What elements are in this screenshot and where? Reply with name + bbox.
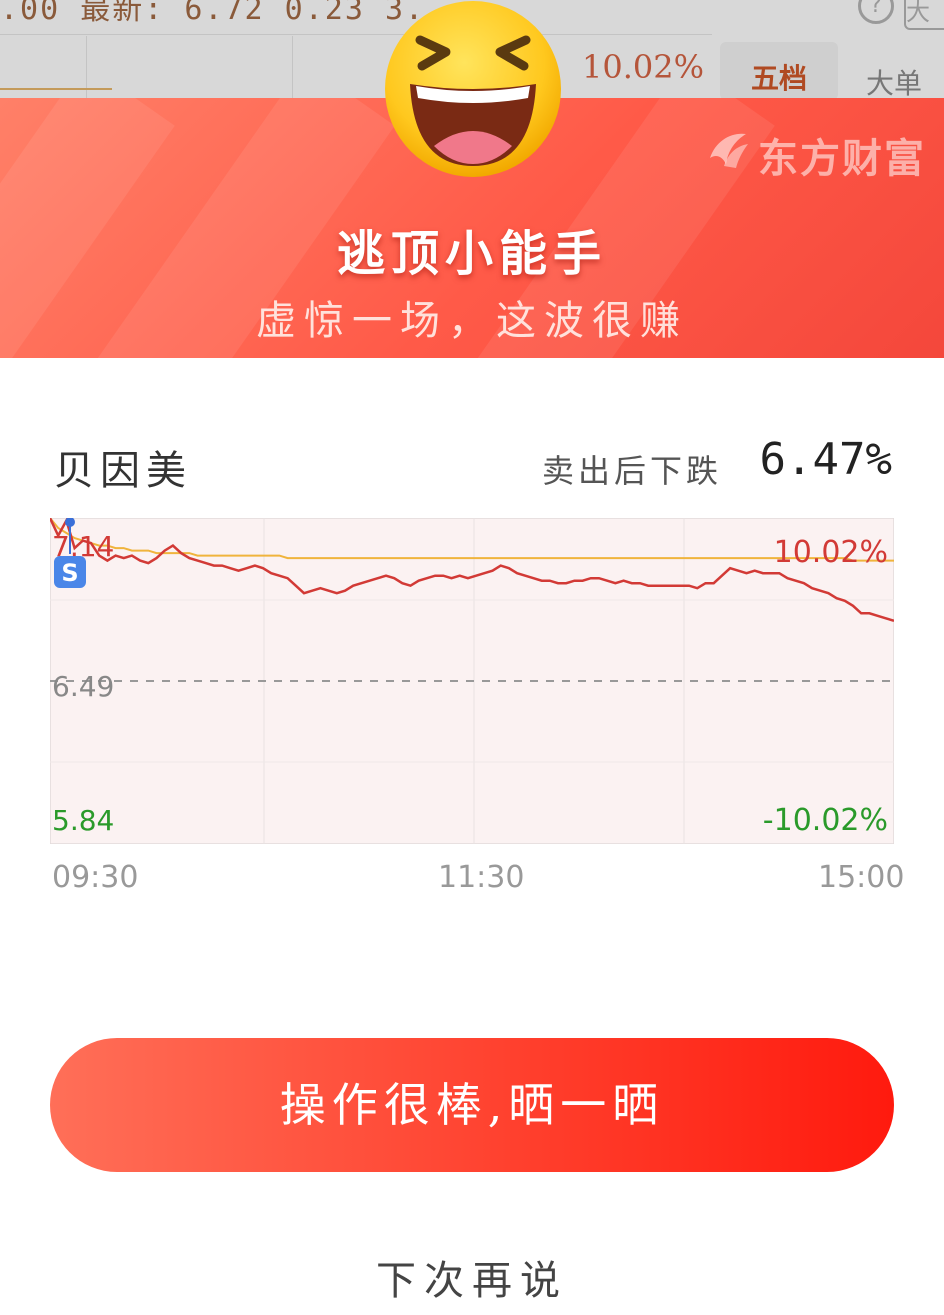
banner-title: 逃顶小能手 [336, 226, 607, 282]
x-tick-noon: 11:30 [438, 860, 525, 895]
maybe-later-button[interactable]: 下次再说 [0, 1248, 944, 1306]
intraday-chart: 7.14 6.49 5.84 10.02% -10.02% S [48, 517, 895, 845]
eastmoney-logo-icon [706, 130, 750, 180]
bg-chart-line [0, 88, 112, 90]
drop-after-sell-value: 6.47% [759, 434, 892, 485]
x-tick-open: 09:30 [52, 860, 139, 895]
bg-ticker-text: .00 最新: 6.72 0.23 3. [0, 0, 426, 27]
x-tick-close: 15:00 [818, 860, 905, 895]
bg-grid-line [0, 34, 712, 35]
pct-label-bottom: -10.02% [763, 803, 888, 838]
pct-label-top: 10.02% [774, 535, 888, 570]
bg-tab-five-levels: 五档 [720, 42, 838, 100]
bg-percent-label: 10.02% [582, 48, 705, 86]
question-circle-icon: ? [858, 0, 894, 24]
bg-grid-line [292, 36, 293, 100]
banner-subtitle: 虚惊一场，这波很赚 [256, 298, 688, 344]
laughing-face-icon [382, 0, 564, 180]
drop-after-sell-label: 卖出后下跌 [541, 452, 722, 490]
bg-corner-button: 大 [904, 0, 944, 30]
bg-tab-big-orders: 大单 [866, 67, 923, 100]
brand-logo: 东方财富 [706, 126, 926, 184]
sell-marker-label: S [61, 559, 78, 587]
intraday-chart-svg: 7.14 6.49 5.84 10.02% -10.02% S [48, 517, 895, 845]
stock-name: 贝因美 [54, 448, 192, 494]
brand-name: 东方财富 [758, 136, 926, 182]
y-label-bottom: 5.84 [52, 804, 114, 837]
share-button[interactable]: 操作很棒,晒一晒 [50, 1038, 894, 1172]
bg-grid-line [86, 36, 87, 100]
y-label-mid: 6.49 [52, 670, 114, 703]
